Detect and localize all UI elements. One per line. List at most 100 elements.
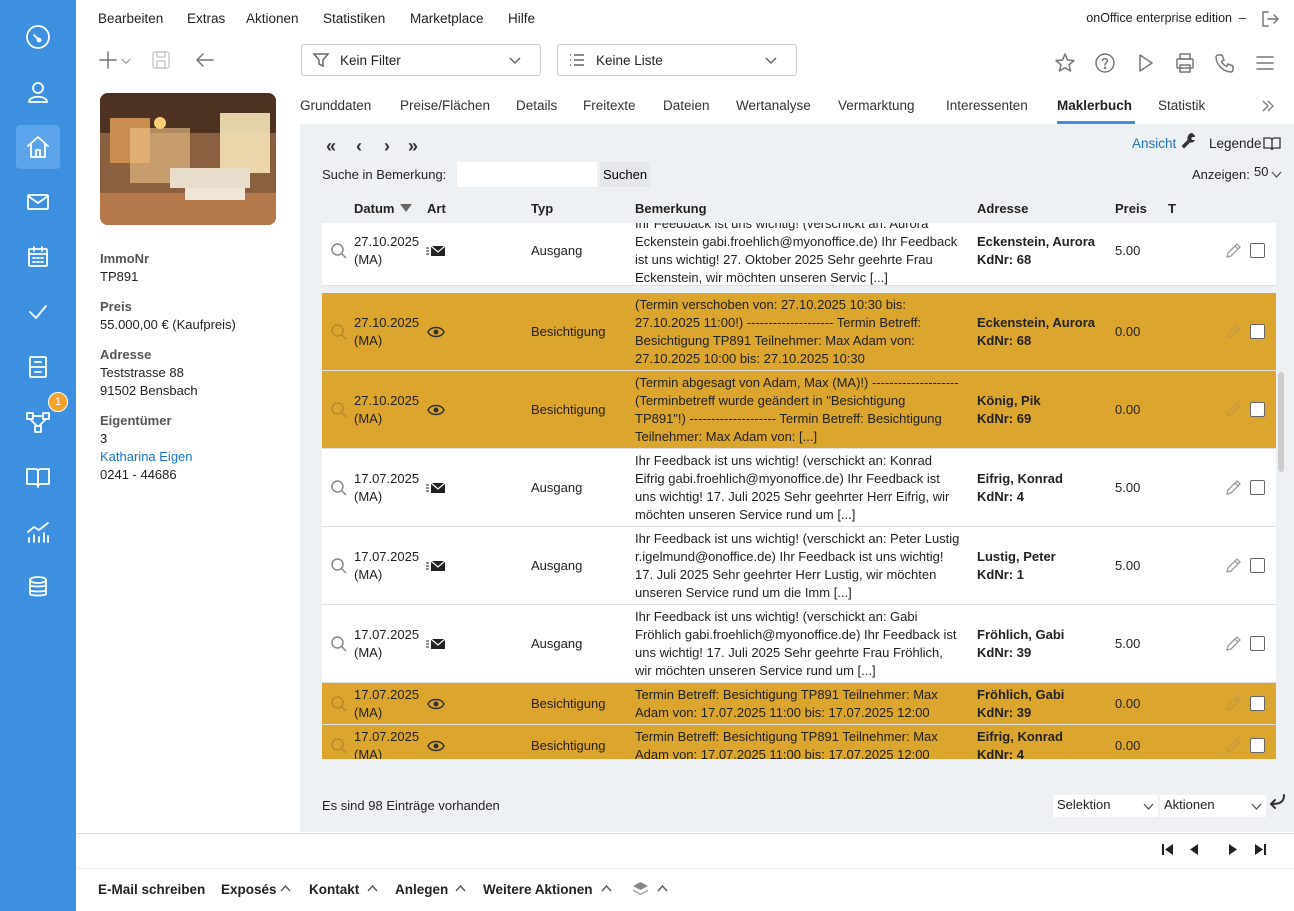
prev-record-icon[interactable] [1189, 843, 1199, 856]
chevron-up-icon[interactable] [455, 884, 466, 892]
page-size-select[interactable]: 50 [1254, 164, 1284, 186]
row-select-checkbox[interactable] [1250, 738, 1265, 753]
view-entry-icon[interactable] [330, 695, 348, 713]
chevron-up-icon[interactable] [280, 884, 291, 892]
chevron-up-icon[interactable] [601, 884, 612, 892]
first-page-button[interactable]: « [326, 136, 336, 157]
tab-freitexte[interactable]: Freitexte [583, 98, 636, 113]
tab-preise-flaechen[interactable]: Preise/Flächen [400, 98, 490, 113]
execute-action-icon[interactable] [1268, 793, 1286, 809]
minimize-button[interactable]: – [1239, 10, 1246, 25]
last-page-button[interactable]: » [408, 136, 418, 157]
legend-link[interactable]: Legende [1209, 136, 1262, 151]
view-entry-icon[interactable] [330, 479, 348, 497]
tab-vermarktung[interactable]: Vermarktung [838, 98, 915, 113]
phone-icon[interactable] [1213, 51, 1237, 75]
column-header-adresse[interactable]: Adresse [977, 201, 1028, 216]
layers-icon[interactable] [632, 881, 649, 898]
row-select-checkbox[interactable] [1250, 636, 1265, 651]
table-scrollbar[interactable] [1278, 372, 1284, 472]
menu-aktionen[interactable]: Aktionen [246, 11, 299, 26]
tabs-more-icon[interactable] [1261, 99, 1275, 113]
edit-pencil-icon[interactable] [1224, 479, 1242, 497]
table-row[interactable]: 17.07.2025 (MA) Besichtigung Termin Betreff… [322, 683, 1276, 725]
menu-bearbeiten[interactable]: Bearbeiten [98, 11, 163, 26]
logout-icon[interactable] [1260, 9, 1280, 29]
edit-pencil-icon[interactable] [1224, 635, 1242, 653]
help-icon[interactable] [1093, 51, 1117, 75]
view-entry-icon[interactable] [330, 737, 348, 755]
view-entry-icon[interactable] [330, 323, 348, 341]
table-row[interactable]: 27.10.2025 (MA) Ausgang Ihr Feedback ist un… [322, 223, 1276, 286]
selection-select[interactable]: Selektion [1053, 795, 1158, 817]
save-icon[interactable] [149, 48, 173, 72]
edit-pencil-icon[interactable] [1224, 401, 1242, 419]
chevron-up-icon[interactable] [657, 884, 668, 892]
column-header-typ[interactable]: Typ [531, 201, 553, 216]
tab-details[interactable]: Details [516, 98, 557, 113]
email-icon[interactable] [16, 180, 60, 224]
last-record-icon[interactable] [1254, 843, 1266, 856]
calendar-icon[interactable] [16, 235, 60, 279]
table-row[interactable]: 27.10.2025 (MA) Besichtigung (Termin abgesa… [322, 371, 1276, 449]
menu-extras[interactable]: Extras [187, 11, 225, 26]
play-icon[interactable] [1133, 51, 1157, 75]
view-entry-icon[interactable] [330, 635, 348, 653]
table-row[interactable]: 17.07.2025 (MA) Ausgang Ihr Feedback ist un… [322, 449, 1276, 527]
filter-dropdown[interactable]: Kein Filter [301, 44, 541, 76]
menu-hilfe[interactable]: Hilfe [508, 11, 535, 26]
more-actions-button[interactable]: Weitere Aktionen [483, 882, 593, 897]
sort-desc-icon[interactable] [400, 204, 412, 213]
row-select-checkbox[interactable] [1250, 558, 1265, 573]
edit-pencil-icon[interactable] [1224, 737, 1242, 755]
properties-icon[interactable] [16, 125, 60, 169]
tab-wertanalyse[interactable]: Wertanalyse [736, 98, 811, 113]
contacts-icon[interactable] [16, 70, 60, 114]
view-entry-icon[interactable] [330, 401, 348, 419]
view-settings-link[interactable]: Ansicht [1132, 136, 1176, 151]
row-select-checkbox[interactable] [1250, 324, 1265, 339]
tab-grunddaten[interactable]: Grunddaten [300, 98, 371, 113]
table-row[interactable]: 17.07.2025 (MA) Ausgang Ihr Feedback ist un… [322, 527, 1276, 605]
row-select-checkbox[interactable] [1250, 696, 1265, 711]
tab-maklerbuch[interactable]: Maklerbuch [1057, 98, 1132, 113]
tab-interessenten[interactable]: Interessenten [946, 98, 1028, 113]
next-record-icon[interactable] [1228, 843, 1238, 856]
write-email-button[interactable]: E-Mail schreiben [98, 882, 205, 897]
hamburger-menu-icon[interactable] [1253, 51, 1277, 75]
view-entry-icon[interactable] [330, 242, 348, 260]
print-icon[interactable] [1173, 51, 1197, 75]
table-row[interactable]: 17.07.2025 (MA) Ausgang Ihr Feedback ist un… [322, 605, 1276, 683]
prev-page-button[interactable]: ‹ [356, 136, 362, 157]
tab-statistik[interactable]: Statistik [1158, 98, 1205, 113]
add-icon[interactable] [96, 48, 120, 72]
owner-name-link[interactable]: Katharina Eigen [100, 449, 193, 464]
edit-pencil-icon[interactable] [1224, 695, 1242, 713]
column-header-datum[interactable]: Datum [354, 201, 394, 216]
remark-search-input[interactable] [457, 162, 597, 187]
tasks-icon[interactable] [16, 290, 60, 334]
search-button[interactable]: Suchen [600, 162, 650, 187]
column-header-art[interactable]: Art [427, 201, 446, 216]
database-icon[interactable] [16, 565, 60, 609]
book-icon[interactable] [16, 455, 60, 499]
statistics-icon[interactable] [16, 510, 60, 554]
wrench-icon[interactable] [1180, 132, 1197, 149]
create-button[interactable]: Anlegen [395, 882, 448, 897]
row-select-checkbox[interactable] [1250, 480, 1265, 495]
column-header-bemerkung[interactable]: Bemerkung [635, 201, 707, 216]
row-select-checkbox[interactable] [1250, 402, 1265, 417]
add-chevron-down-icon[interactable] [119, 54, 133, 68]
back-arrow-icon[interactable] [193, 48, 217, 72]
actions-select[interactable]: Aktionen [1160, 795, 1266, 817]
table-row[interactable]: 27.10.2025 (MA) Besichtigung (Termin versch… [322, 293, 1276, 371]
open-book-icon[interactable] [1263, 136, 1281, 151]
menu-statistiken[interactable]: Statistiken [323, 11, 385, 26]
column-header-t[interactable]: T [1168, 201, 1176, 216]
next-page-button[interactable]: › [384, 136, 390, 157]
column-header-preis[interactable]: Preis [1115, 201, 1147, 216]
contact-button[interactable]: Kontakt [309, 882, 359, 897]
edit-pencil-icon[interactable] [1224, 323, 1242, 341]
chevron-up-icon[interactable] [367, 884, 378, 892]
star-icon[interactable] [1053, 51, 1077, 75]
